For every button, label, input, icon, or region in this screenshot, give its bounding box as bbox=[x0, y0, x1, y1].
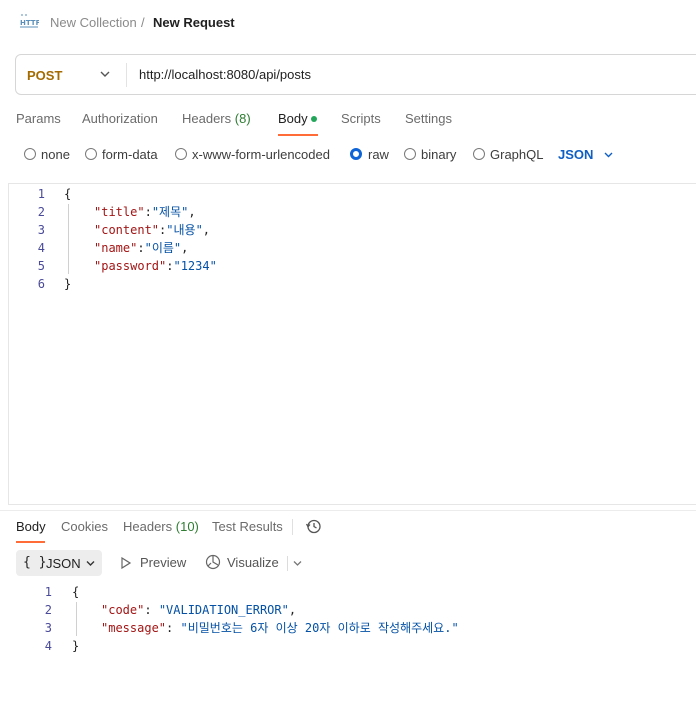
tab-separator bbox=[292, 519, 293, 535]
tab-authorization[interactable]: Authorization bbox=[82, 111, 158, 126]
json-value: "1234" bbox=[173, 259, 217, 273]
json-comma: , bbox=[202, 223, 211, 237]
radio-graphql-label[interactable]: GraphQL bbox=[490, 147, 543, 162]
body-format-select[interactable]: JSON bbox=[558, 147, 593, 162]
json-line: "content":"내용", bbox=[94, 221, 210, 239]
json-key: "name" bbox=[94, 241, 138, 255]
json-open-brace: { bbox=[72, 585, 80, 599]
radio-none-label[interactable]: none bbox=[41, 147, 70, 162]
indent-guide bbox=[76, 602, 77, 636]
breadcrumb-separator: / bbox=[141, 15, 145, 30]
visualize-button[interactable]: Visualize bbox=[227, 555, 279, 570]
chevron-down-icon[interactable] bbox=[603, 150, 614, 159]
radio-form-data-label[interactable]: form-data bbox=[102, 147, 158, 162]
indent-guide bbox=[68, 204, 69, 274]
tab-body[interactable]: Body bbox=[278, 111, 308, 126]
line-number: 6 bbox=[37, 277, 45, 291]
history-icon[interactable] bbox=[305, 518, 322, 535]
response-divider bbox=[0, 510, 696, 511]
tab-headers-count: (8) bbox=[234, 111, 251, 126]
line-number: 1 bbox=[44, 585, 52, 599]
response-tab-body[interactable]: Body bbox=[16, 519, 46, 534]
json-key: "code" bbox=[101, 603, 145, 617]
radio-raw[interactable] bbox=[350, 148, 362, 160]
line-number: 4 bbox=[44, 639, 52, 653]
radio-form-data[interactable] bbox=[85, 148, 97, 160]
breadcrumb-collection[interactable]: New Collection bbox=[50, 15, 137, 30]
json-line: "title":"제목", bbox=[94, 203, 196, 221]
line-number: 1 bbox=[37, 187, 45, 201]
line-number: 5 bbox=[37, 259, 45, 273]
response-tab-headers-label: Headers bbox=[123, 519, 173, 534]
radio-binary[interactable] bbox=[404, 148, 416, 160]
http-request-icon: HTTP bbox=[20, 14, 39, 28]
preview-button[interactable]: Preview bbox=[140, 555, 186, 570]
json-key: "title" bbox=[94, 205, 145, 219]
response-tab-cookies[interactable]: Cookies bbox=[61, 519, 108, 534]
active-tab-underline bbox=[16, 541, 45, 543]
tab-scripts[interactable]: Scripts bbox=[341, 111, 381, 126]
json-line: "password":"1234" bbox=[94, 257, 217, 275]
tab-headers-label: Headers bbox=[182, 111, 232, 126]
json-colon: : bbox=[144, 205, 152, 219]
json-colon: : bbox=[166, 621, 181, 635]
json-colon: : bbox=[137, 241, 145, 255]
json-close-brace: } bbox=[64, 277, 72, 291]
response-tab-headers[interactable]: Headers (10) bbox=[123, 519, 199, 534]
json-key: "password" bbox=[94, 259, 167, 273]
line-number: 4 bbox=[37, 241, 45, 255]
method-select[interactable]: POST bbox=[27, 68, 62, 83]
json-open-brace: { bbox=[64, 187, 72, 201]
radio-none[interactable] bbox=[24, 148, 36, 160]
radio-raw-label[interactable]: raw bbox=[368, 147, 389, 162]
radio-urlencoded[interactable] bbox=[175, 148, 187, 160]
json-value: "VALIDATION_ERROR" bbox=[158, 603, 289, 617]
tab-headers[interactable]: Headers (8) bbox=[182, 111, 251, 126]
line-number: 2 bbox=[37, 205, 45, 219]
json-line: "name":"이름", bbox=[94, 239, 188, 257]
json-close-brace: } bbox=[72, 639, 80, 653]
url-input[interactable] bbox=[139, 67, 539, 82]
url-bar: POST bbox=[15, 54, 696, 95]
json-value: "비밀번호는 6자 이상 20자 이하로 작성해주세요." bbox=[180, 621, 459, 635]
json-comma: , bbox=[188, 205, 196, 219]
json-value: "이름" bbox=[144, 241, 182, 255]
json-line: "message": "비밀번호는 6자 이상 20자 이하로 작성해주세요." bbox=[101, 619, 459, 637]
response-tab-test-results[interactable]: Test Results bbox=[212, 519, 283, 534]
breadcrumb-request-title[interactable]: New Request bbox=[153, 15, 235, 30]
json-line: "code": "VALIDATION_ERROR", bbox=[101, 601, 296, 619]
response-format-label: JSON bbox=[46, 556, 81, 571]
play-icon[interactable] bbox=[120, 557, 132, 569]
response-body-viewer[interactable]: 1 2 3 4 { "code": "VALIDATION_ERROR", "m… bbox=[0, 583, 696, 663]
chevron-down-icon bbox=[86, 561, 95, 566]
radio-binary-label[interactable]: binary bbox=[421, 147, 456, 162]
braces-icon: { } bbox=[23, 555, 47, 570]
body-indicator-dot bbox=[311, 116, 317, 122]
toolbar-separator bbox=[287, 556, 288, 571]
svg-text:HTTP: HTTP bbox=[20, 19, 39, 27]
json-value: "내용" bbox=[166, 223, 203, 237]
active-tab-underline bbox=[278, 134, 318, 136]
tab-settings[interactable]: Settings bbox=[405, 111, 452, 126]
visualize-icon[interactable] bbox=[205, 554, 221, 570]
json-colon: : bbox=[144, 603, 159, 617]
json-key: "message" bbox=[101, 621, 167, 635]
json-key: "content" bbox=[94, 223, 160, 237]
line-number: 3 bbox=[44, 621, 52, 635]
chevron-down-icon[interactable] bbox=[292, 559, 303, 568]
line-number: 2 bbox=[44, 603, 52, 617]
json-comma: , bbox=[288, 603, 297, 617]
request-body-editor[interactable]: 1 2 3 4 5 6 { "title":"제목", "content":"내… bbox=[8, 183, 696, 505]
response-format-select[interactable]: { } JSON bbox=[16, 550, 102, 576]
json-comma: , bbox=[181, 241, 189, 255]
line-number: 3 bbox=[37, 223, 45, 237]
json-value: "제목" bbox=[151, 205, 189, 219]
tab-params[interactable]: Params bbox=[16, 111, 61, 126]
radio-graphql[interactable] bbox=[473, 148, 485, 160]
chevron-down-icon[interactable] bbox=[99, 69, 111, 79]
radio-urlencoded-label[interactable]: x-www-form-urlencoded bbox=[192, 147, 330, 162]
url-divider bbox=[126, 63, 127, 87]
response-tab-headers-count: (10) bbox=[175, 519, 199, 534]
